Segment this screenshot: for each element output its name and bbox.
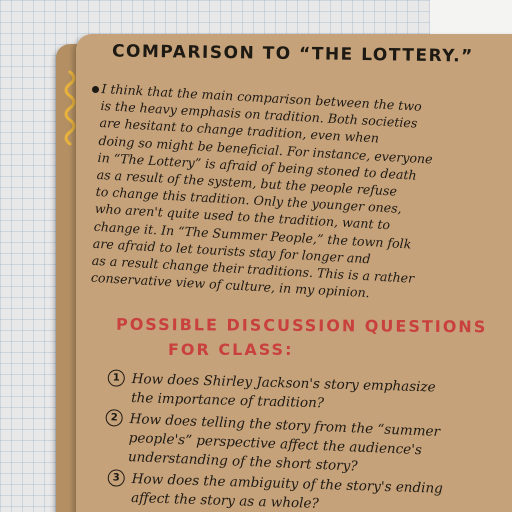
bullet-dot	[92, 86, 99, 93]
photo-scene: COMPARISON TO “THE LOTTERY.” I think tha…	[0, 0, 512, 512]
comparison-paragraph: I think that the main comparison between…	[90, 80, 511, 309]
discussion-heading-line1: POSSIBLE DISCUSSION QUESTIONS	[115, 314, 488, 337]
discussion-heading-line2: FOR CLASS:	[168, 340, 294, 359]
